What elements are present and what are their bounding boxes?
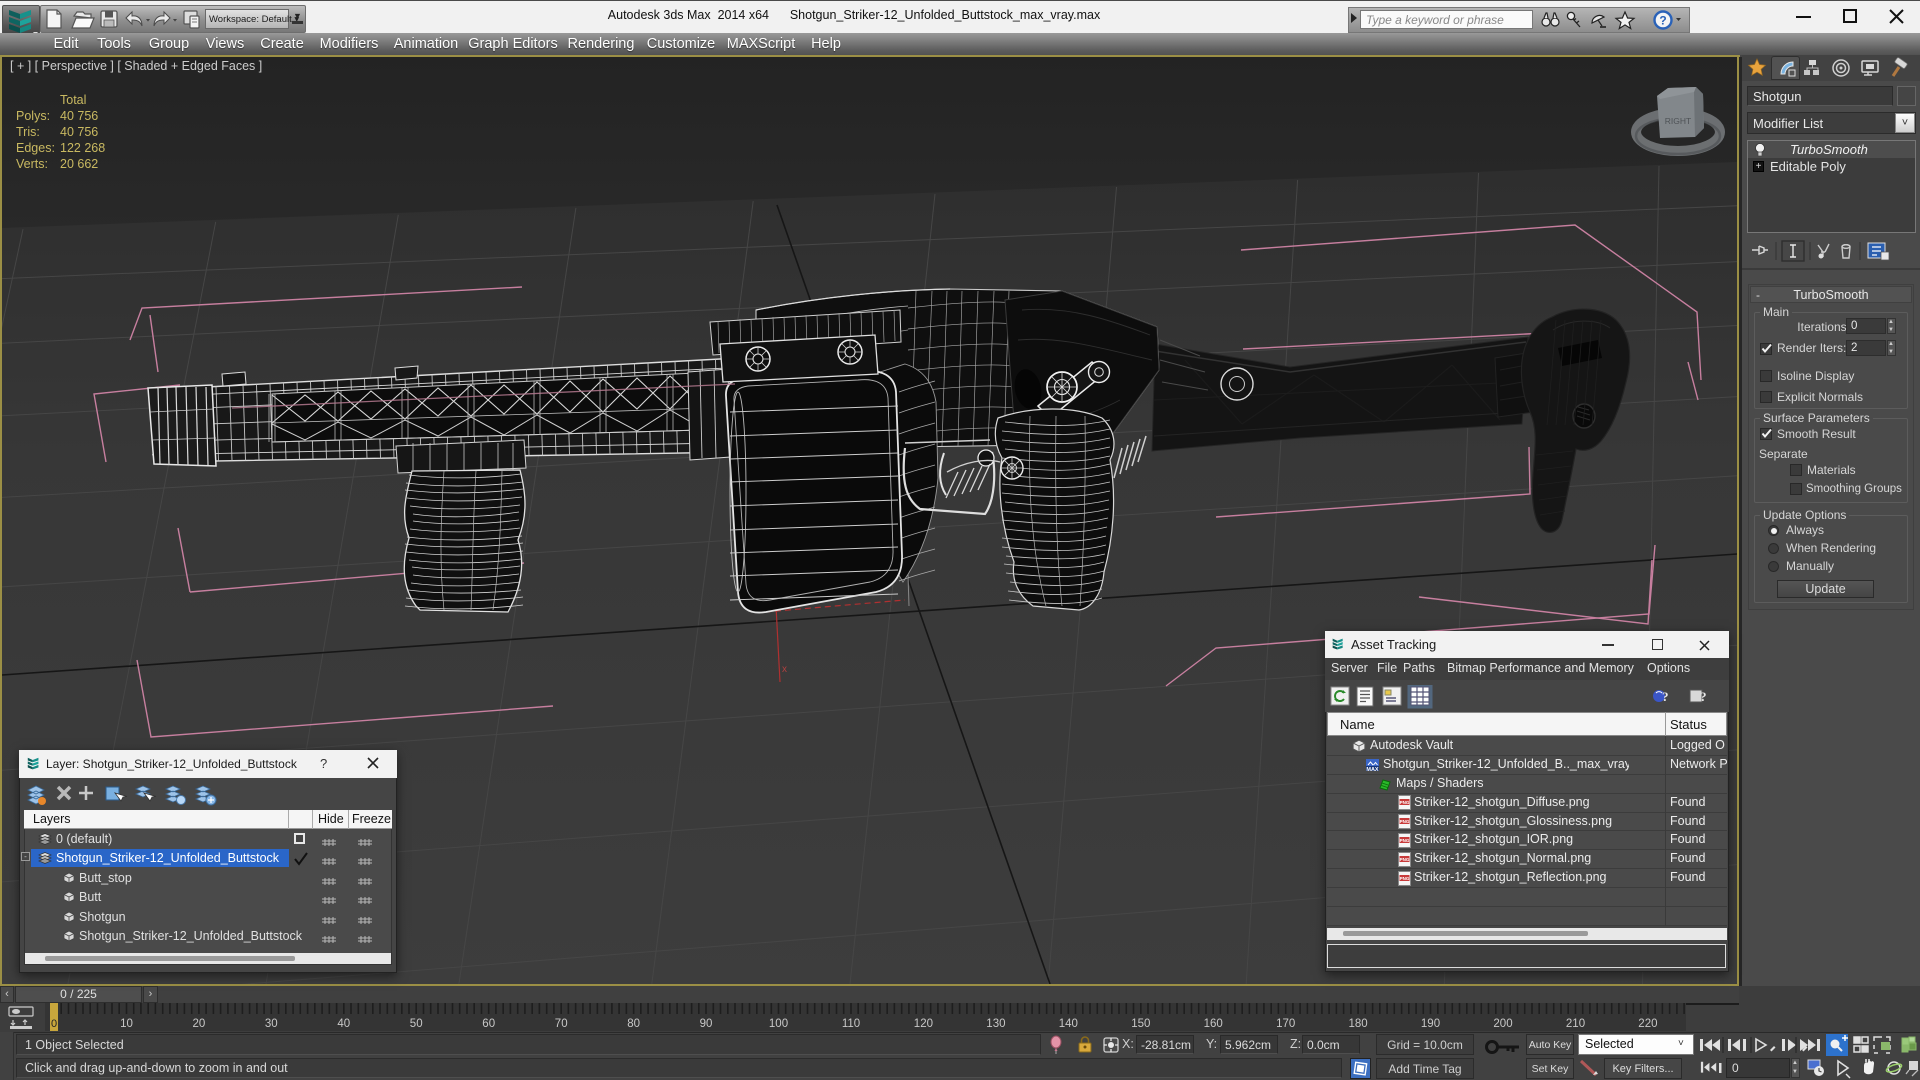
svg-text:x: x <box>782 664 787 675</box>
svg-text:90: 90 <box>700 1018 713 1030</box>
svg-text:170: 170 <box>1276 1018 1295 1030</box>
svg-text:Polys:: Polys: <box>16 109 50 123</box>
svg-text:150: 150 <box>1131 1018 1150 1030</box>
svg-text:220: 220 <box>1638 1018 1657 1030</box>
svg-text:140: 140 <box>1059 1018 1078 1030</box>
svg-text:210: 210 <box>1566 1018 1585 1030</box>
svg-text:10: 10 <box>120 1018 133 1030</box>
svg-text:122 268: 122 268 <box>60 141 105 155</box>
svg-text:0: 0 <box>51 1018 57 1030</box>
svg-text:Total: Total <box>60 93 86 107</box>
svg-text:110: 110 <box>842 1018 860 1030</box>
svg-text:20: 20 <box>193 1018 206 1030</box>
svg-text:130: 130 <box>986 1018 1005 1030</box>
svg-text:190: 190 <box>1421 1018 1440 1030</box>
svg-text:40 756: 40 756 <box>60 125 98 139</box>
svg-text:200: 200 <box>1493 1018 1512 1030</box>
svg-text:Tris:: Tris: <box>16 125 40 139</box>
svg-text:100: 100 <box>769 1018 788 1030</box>
svg-text:30: 30 <box>265 1018 278 1030</box>
svg-text:60: 60 <box>482 1018 495 1030</box>
svg-text:40: 40 <box>337 1018 350 1030</box>
svg-text:70: 70 <box>555 1018 568 1030</box>
svg-text:?: ? <box>1662 689 1669 704</box>
svg-text:160: 160 <box>1204 1018 1223 1030</box>
svg-text:20 662: 20 662 <box>60 157 98 171</box>
svg-text:[ + ] [ Perspective ] [ Shaded: [ + ] [ Perspective ] [ Shaded + Edged F… <box>10 59 262 73</box>
svg-text:Edges:: Edges: <box>16 141 55 155</box>
svg-text:80: 80 <box>627 1018 640 1030</box>
svg-text:?: ? <box>1700 689 1707 704</box>
svg-text:PNG: PNG <box>1400 857 1410 862</box>
svg-text:?: ? <box>1659 14 1666 28</box>
svg-text:PNG: PNG <box>1400 800 1410 805</box>
svg-text:120: 120 <box>914 1018 933 1030</box>
svg-text:RIGHT: RIGHT <box>1665 116 1691 126</box>
svg-text:Verts:: Verts: <box>16 157 48 171</box>
svg-text:180: 180 <box>1349 1018 1368 1030</box>
svg-text:PNG: PNG <box>1400 838 1410 843</box>
svg-text:PNG: PNG <box>1400 819 1410 824</box>
svg-text:40 756: 40 756 <box>60 109 98 123</box>
svg-text:MAX: MAX <box>1366 767 1379 772</box>
svg-text:50: 50 <box>410 1018 423 1030</box>
svg-text:PNG: PNG <box>1400 876 1410 881</box>
